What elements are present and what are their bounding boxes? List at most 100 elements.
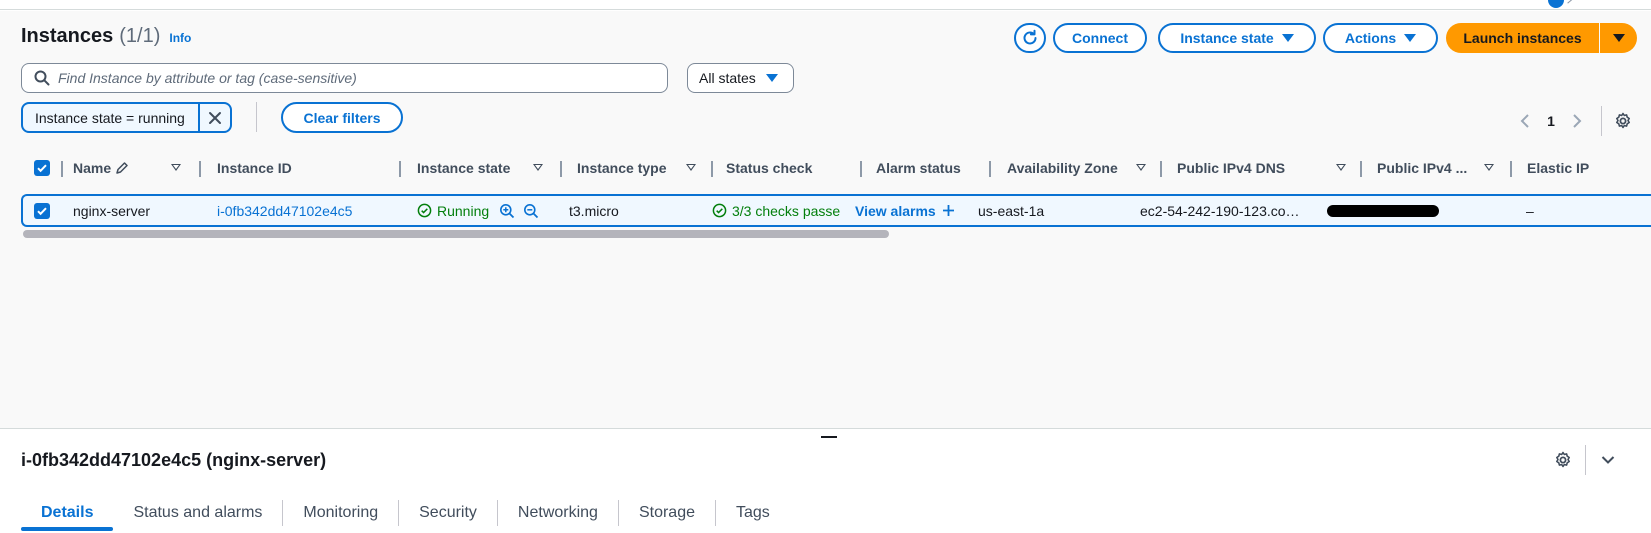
tab-networking[interactable]: Networking xyxy=(498,498,618,533)
column-header-elastic-ip[interactable]: Elastic IP xyxy=(1527,153,1589,183)
tab-details[interactable]: Details xyxy=(21,498,114,533)
check-circle-icon xyxy=(712,203,727,218)
row-checkbox[interactable] xyxy=(34,196,50,225)
previous-page-button[interactable] xyxy=(1513,109,1537,133)
column-header-instance-id[interactable]: Instance ID xyxy=(217,153,292,183)
checkbox-checked-icon xyxy=(34,160,50,176)
tab-security[interactable]: Security xyxy=(399,498,497,533)
horizontal-scrollbar[interactable] xyxy=(23,230,889,238)
actions-button[interactable]: Actions xyxy=(1323,23,1438,53)
remove-filter-button[interactable] xyxy=(198,104,230,131)
sort-icon xyxy=(1484,164,1494,171)
sort-az-button[interactable] xyxy=(1136,153,1148,183)
instance-state-button[interactable]: Instance state xyxy=(1158,23,1316,53)
column-divider[interactable] xyxy=(989,161,991,177)
next-page-button[interactable] xyxy=(1565,109,1589,133)
column-label: Elastic IP xyxy=(1527,160,1590,176)
instance-state-label: Instance state xyxy=(1180,30,1274,46)
column-divider[interactable] xyxy=(199,161,201,177)
cell-instance-type: t3.micro xyxy=(569,202,619,219)
tab-monitoring[interactable]: Monitoring xyxy=(283,498,398,533)
close-icon xyxy=(209,111,222,124)
sort-dns-button[interactable] xyxy=(1336,153,1348,183)
instance-state-text: Running xyxy=(437,202,490,219)
plus-icon[interactable] xyxy=(942,204,955,217)
refresh-icon xyxy=(1023,29,1037,45)
sort-icon xyxy=(171,164,181,171)
column-divider[interactable] xyxy=(1510,161,1512,177)
cell-availability-zone: us-east-1a xyxy=(978,202,1045,219)
tab-tags[interactable]: Tags xyxy=(716,498,790,533)
column-divider[interactable] xyxy=(860,161,862,177)
cell-alarm-status: View alarms xyxy=(855,196,975,225)
cell-elastic-ip: – xyxy=(1526,202,1534,219)
column-divider xyxy=(61,161,63,177)
resize-handle[interactable] xyxy=(821,436,837,438)
column-divider[interactable] xyxy=(1360,161,1362,177)
state-select[interactable]: All states xyxy=(687,63,794,93)
launch-instances-button[interactable]: Launch instances xyxy=(1446,23,1599,53)
column-label: Availability Zone xyxy=(1007,160,1118,176)
user-avatar-icon[interactable] xyxy=(1548,0,1564,8)
detail-settings-button[interactable] xyxy=(1551,448,1575,472)
column-header-instance-state[interactable]: Instance state xyxy=(417,153,510,183)
tab-status-and-alarms[interactable]: Status and alarms xyxy=(113,498,282,533)
column-label: Alarm status xyxy=(876,160,961,176)
column-header-status-check[interactable]: Status check xyxy=(726,153,812,183)
column-divider[interactable] xyxy=(560,161,562,177)
collapse-panel-button[interactable] xyxy=(1596,448,1620,472)
connect-button[interactable]: Connect xyxy=(1053,23,1147,53)
clear-filters-button[interactable]: Clear filters xyxy=(281,102,403,133)
column-header-alarm-status[interactable]: Alarm status xyxy=(876,153,961,183)
search-field[interactable] xyxy=(21,63,668,93)
pencil-icon xyxy=(116,162,128,174)
column-header-availability-zone[interactable]: Availability Zone xyxy=(1007,153,1118,183)
column-header-public-ipv4[interactable]: Public IPv4 ... xyxy=(1377,153,1467,183)
gear-icon xyxy=(1616,112,1630,129)
sort-name-button[interactable] xyxy=(171,153,183,183)
cell-public-dns: ec2-54-242-190-123.co… xyxy=(1140,202,1300,219)
instance-count: (1/1) xyxy=(119,25,161,47)
cell-public-ipv4-redacted xyxy=(1327,196,1467,225)
sort-type-button[interactable] xyxy=(686,153,698,183)
tab-storage[interactable]: Storage xyxy=(619,498,715,533)
column-label: Instance ID xyxy=(217,160,292,176)
column-label: Public IPv4 ... xyxy=(1377,160,1468,176)
instance-id-link[interactable]: i-0fb342dd47102e4c5 xyxy=(217,196,397,225)
column-header-name[interactable]: Name xyxy=(73,153,129,183)
column-divider[interactable] xyxy=(711,161,713,177)
table-row[interactable]: nginx-server i-0fb342dd47102e4c5 Running… xyxy=(21,194,1651,227)
gear-icon xyxy=(1556,451,1570,468)
detail-tabs: Details Status and alarms Monitoring Sec… xyxy=(21,498,790,533)
cell-instance-state: Running xyxy=(417,196,557,225)
top-bar-edge xyxy=(0,0,1651,10)
detail-panel-title: i-0fb342dd47102e4c5 (nginx-server) xyxy=(21,450,327,470)
zoom-out-icon[interactable] xyxy=(523,203,539,219)
select-all-checkbox[interactable] xyxy=(34,153,50,183)
clear-filters-label: Clear filters xyxy=(303,109,381,126)
zoom-in-icon[interactable] xyxy=(499,203,515,219)
column-label: Public IPv4 DNS xyxy=(1177,160,1286,176)
current-page[interactable]: 1 xyxy=(1537,113,1565,129)
state-select-value: All states xyxy=(699,70,756,86)
table-header: Name Instance ID Instance state Instance… xyxy=(21,153,1651,183)
launch-dropdown-button[interactable] xyxy=(1600,23,1637,53)
pagination: 1 xyxy=(1513,109,1589,133)
column-header-public-dns[interactable]: Public IPv4 DNS xyxy=(1177,153,1285,183)
refresh-button[interactable] xyxy=(1014,23,1046,53)
sort-ipv4-button[interactable] xyxy=(1484,153,1496,183)
column-header-instance-type[interactable]: Instance type xyxy=(577,153,666,183)
cell-status-check: 3/3 checks passed xyxy=(712,196,840,225)
view-alarms-link[interactable]: View alarms xyxy=(855,203,936,219)
filter-token: Instance state = running xyxy=(21,102,232,133)
info-link[interactable]: Info xyxy=(169,31,191,45)
table-settings-button[interactable] xyxy=(1611,109,1635,133)
redaction-mark xyxy=(1327,204,1439,217)
sort-state-button[interactable] xyxy=(533,153,545,183)
cell-name: nginx-server xyxy=(73,202,151,219)
instances-panel: Instances (1/1) Info Connect Instance st… xyxy=(0,11,1651,428)
column-divider[interactable] xyxy=(399,161,401,177)
launch-button-group: Launch instances xyxy=(1446,23,1637,53)
search-input[interactable] xyxy=(58,70,648,86)
column-divider[interactable] xyxy=(1160,161,1162,177)
